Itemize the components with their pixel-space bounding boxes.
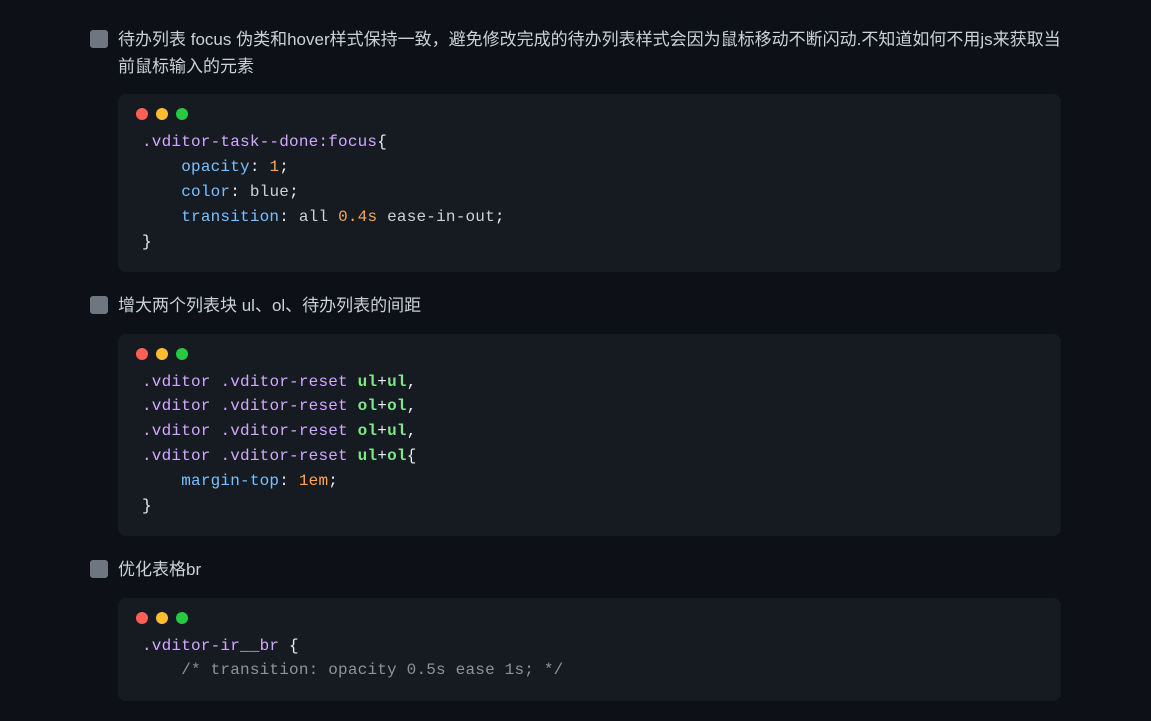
green-dot-icon	[176, 348, 188, 360]
code-content[interactable]: .vditor-task--done:focus{ opacity: 1; co…	[118, 126, 1061, 272]
checkbox[interactable]	[90, 30, 108, 48]
checkbox[interactable]	[90, 560, 108, 578]
red-dot-icon	[136, 108, 148, 120]
yellow-dot-icon	[156, 348, 168, 360]
code-content[interactable]: .vditor-ir__br { /* transition: opacity …	[118, 630, 1061, 702]
red-dot-icon	[136, 612, 148, 624]
task-text: 增大两个列表块 ul、ol、待办列表的间距	[118, 292, 421, 319]
task-text: 优化表格br	[118, 556, 201, 583]
task-item: 优化表格br	[90, 556, 1061, 583]
green-dot-icon	[176, 612, 188, 624]
code-block: .vditor-task--done:focus{ opacity: 1; co…	[118, 94, 1061, 272]
yellow-dot-icon	[156, 612, 168, 624]
checkbox[interactable]	[90, 296, 108, 314]
code-content[interactable]: .vditor .vditor-reset ul+ul, .vditor .vd…	[118, 366, 1061, 537]
red-dot-icon	[136, 348, 148, 360]
traffic-lights	[118, 94, 1061, 126]
content-container: 待办列表 focus 伪类和hover样式保持一致，避免修改完成的待办列表样式会…	[0, 0, 1151, 701]
code-block: .vditor-ir__br { /* transition: opacity …	[118, 598, 1061, 702]
traffic-lights	[118, 334, 1061, 366]
yellow-dot-icon	[156, 108, 168, 120]
task-item: 增大两个列表块 ul、ol、待办列表的间距	[90, 292, 1061, 319]
task-text: 待办列表 focus 伪类和hover样式保持一致，避免修改完成的待办列表样式会…	[118, 26, 1061, 80]
green-dot-icon	[176, 108, 188, 120]
traffic-lights	[118, 598, 1061, 630]
task-item: 待办列表 focus 伪类和hover样式保持一致，避免修改完成的待办列表样式会…	[90, 26, 1061, 80]
code-block: .vditor .vditor-reset ul+ul, .vditor .vd…	[118, 334, 1061, 537]
